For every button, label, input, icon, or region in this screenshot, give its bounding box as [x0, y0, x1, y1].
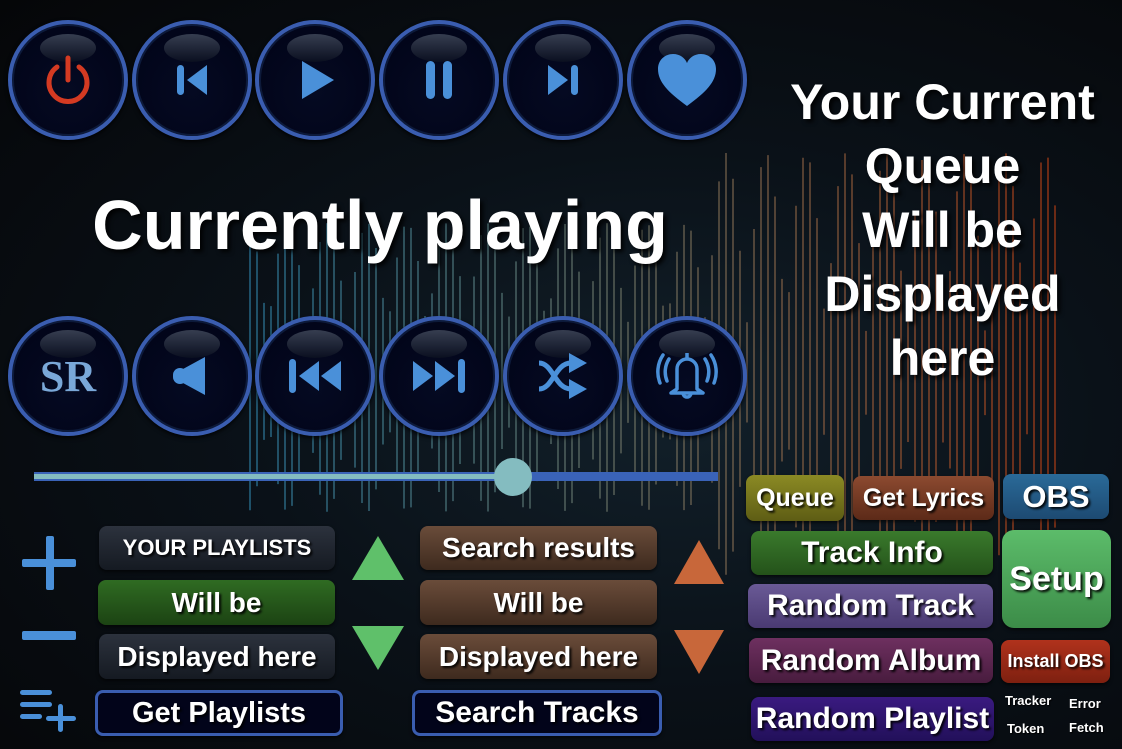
random-playlist-button[interactable]: Random Playlist	[751, 697, 994, 741]
obs-button[interactable]: OBS	[1003, 474, 1109, 519]
progress-thumb[interactable]	[493, 458, 532, 496]
playlist-add-icon[interactable]	[20, 690, 78, 734]
bell-icon	[656, 353, 718, 399]
volume-button[interactable]	[132, 316, 252, 436]
search-tracks-button[interactable]: Search Tracks	[412, 690, 662, 736]
pause-button[interactable]	[379, 20, 499, 140]
shuffle-button[interactable]	[503, 316, 623, 436]
search-results-header: Search results	[420, 526, 657, 570]
rewind-icon	[289, 359, 341, 393]
sr-label: SR	[39, 351, 97, 401]
random-album-button[interactable]: Random Album	[749, 638, 993, 683]
rewind-button[interactable]	[255, 316, 375, 436]
play-icon	[302, 61, 334, 99]
queue-line: Will be	[862, 202, 1023, 258]
progress-fill	[34, 474, 513, 479]
queue-button[interactable]: Queue	[746, 475, 844, 521]
pause-icon	[426, 61, 452, 99]
playlist-item[interactable]: Will be	[98, 580, 335, 625]
error-link[interactable]: Error	[1069, 696, 1101, 711]
power-icon	[46, 55, 90, 104]
playlist-item[interactable]: Displayed here	[99, 634, 335, 679]
next-button[interactable]	[503, 20, 623, 140]
playlists-header: YOUR PLAYLISTS	[99, 526, 335, 570]
alerts-button[interactable]	[627, 316, 747, 436]
fetch-link[interactable]: Fetch	[1069, 720, 1104, 735]
search-result-item[interactable]: Will be	[420, 580, 657, 625]
queue-line: Your Current	[790, 74, 1095, 130]
install-obs-button[interactable]: Install OBS	[1001, 640, 1110, 683]
get-playlists-button[interactable]: Get Playlists	[95, 690, 343, 736]
search-result-item[interactable]: Displayed here	[420, 634, 657, 679]
fast-forward-icon	[413, 359, 465, 393]
skip-forward-icon	[548, 65, 578, 95]
playlist-scroll-up-icon[interactable]	[352, 536, 404, 580]
speaker-icon	[173, 357, 205, 395]
track-info-button[interactable]: Track Info	[751, 531, 993, 575]
setup-button[interactable]: Setup	[1002, 530, 1111, 628]
heart-icon	[658, 54, 716, 106]
token-link[interactable]: Token	[1007, 721, 1044, 736]
queue-line: Queue	[864, 138, 1021, 194]
previous-button[interactable]	[132, 20, 252, 140]
play-button[interactable]	[255, 20, 375, 140]
progress-slider[interactable]	[34, 458, 718, 496]
sr-button[interactable]: SR	[8, 316, 128, 436]
tracker-link[interactable]: Tracker	[1005, 693, 1051, 708]
fast-forward-button[interactable]	[379, 316, 499, 436]
random-track-button[interactable]: Random Track	[748, 584, 993, 628]
skip-back-icon	[177, 65, 207, 95]
search-scroll-up-icon[interactable]	[674, 540, 724, 584]
queue-placeholder: Your Current Queue Will be Displayed her…	[770, 70, 1115, 390]
shuffle-icon	[538, 353, 587, 399]
power-button[interactable]	[8, 20, 128, 140]
remove-icon[interactable]	[22, 628, 78, 644]
like-button[interactable]	[627, 20, 747, 140]
get-lyrics-button[interactable]: Get Lyrics	[853, 476, 994, 520]
now-playing-title: Currently playing	[92, 186, 668, 264]
add-icon[interactable]	[22, 536, 78, 592]
playlist-scroll-down-icon[interactable]	[352, 626, 404, 670]
queue-line: here	[889, 330, 996, 386]
search-scroll-down-icon[interactable]	[674, 630, 724, 674]
queue-line: Displayed	[824, 266, 1061, 322]
